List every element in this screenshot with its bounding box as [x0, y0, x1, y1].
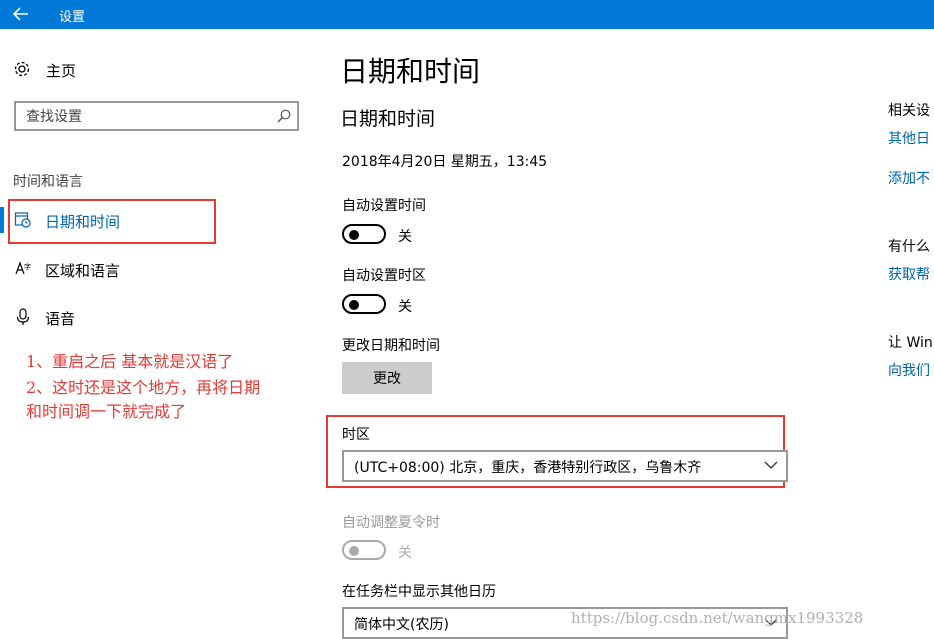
search-input[interactable]	[26, 107, 266, 127]
auto-timezone-toggle[interactable]	[342, 294, 386, 314]
watermark: https://blog.csdn.net/wangmx1993328	[571, 609, 864, 627]
toggle-knob	[349, 230, 359, 240]
active-indicator	[0, 207, 4, 233]
title-bar: 设置	[0, 0, 934, 29]
sidebar-item-region-language[interactable]: 字 区域和语言	[0, 254, 300, 286]
feedback-link[interactable]: 向我们	[888, 360, 930, 380]
current-datetime: 2018年4月20日 星期五，13:45	[342, 154, 548, 170]
nav-home[interactable]: 主页	[13, 58, 213, 82]
nav-home-label: 主页	[46, 62, 77, 80]
annotation-line-2: 2、这时还是这个地方，再将日期	[26, 378, 261, 397]
auto-dst-state: 关	[398, 545, 412, 561]
gear-icon	[14, 61, 30, 77]
auto-time-toggle[interactable]	[342, 224, 386, 244]
auto-time-label: 自动设置时间	[342, 198, 426, 214]
annotation-line-3: 和时间调一下就完成了	[26, 402, 187, 421]
change-button[interactable]: 更改	[342, 362, 432, 394]
search-icon[interactable]	[277, 109, 291, 123]
chevron-down-icon	[764, 461, 778, 469]
svg-text:字: 字	[24, 262, 31, 271]
region-language-icon: 字	[15, 261, 31, 275]
auto-timezone-state: 关	[398, 299, 412, 315]
page-title: 日期和时间	[340, 55, 481, 88]
taskbar-calendar-value: 简体中文(农历)	[354, 617, 449, 633]
timezone-label: 时区	[342, 427, 370, 443]
window-title: 设置	[59, 10, 86, 25]
toggle-knob	[349, 300, 359, 310]
sidebar-section-label: 时间和语言	[13, 174, 83, 190]
related-settings-heading: 相关设	[888, 103, 930, 119]
taskbar-calendar-label: 在任务栏中显示其他日历	[342, 584, 496, 600]
auto-dst-toggle[interactable]	[342, 540, 386, 560]
back-button[interactable]	[0, 0, 44, 29]
timezone-value: (UTC+08:00) 北京，重庆，香港特别行政区，乌鲁木齐	[354, 460, 702, 476]
add-clocks-link[interactable]: 添加不	[888, 168, 930, 188]
microphone-icon	[16, 308, 30, 325]
change-datetime-label: 更改日期和时间	[342, 338, 440, 354]
auto-dst-label: 自动调整夏令时	[342, 515, 440, 531]
auto-time-state: 关	[398, 229, 412, 245]
annotation-box-nav	[8, 199, 216, 244]
get-help-link[interactable]: 获取帮	[888, 264, 930, 284]
section-title: 日期和时间	[340, 108, 436, 130]
search-box[interactable]	[14, 101, 299, 131]
sidebar-item-label: 语音	[45, 310, 76, 328]
question-heading: 有什么	[888, 239, 930, 255]
toggle-knob	[349, 546, 359, 556]
back-arrow-icon	[13, 7, 28, 21]
sidebar-item-speech[interactable]: 语音	[0, 302, 300, 334]
auto-timezone-label: 自动设置时区	[342, 268, 426, 284]
annotation-line-1: 1、重启之后 基本就是汉语了	[26, 352, 234, 371]
timezone-select[interactable]: (UTC+08:00) 北京，重庆，香港特别行政区，乌鲁木齐	[342, 450, 788, 482]
other-calendars-link[interactable]: 其他日	[888, 128, 930, 148]
make-windows-better-heading: 让 Win	[888, 335, 933, 351]
sidebar-item-label: 区域和语言	[45, 262, 121, 280]
